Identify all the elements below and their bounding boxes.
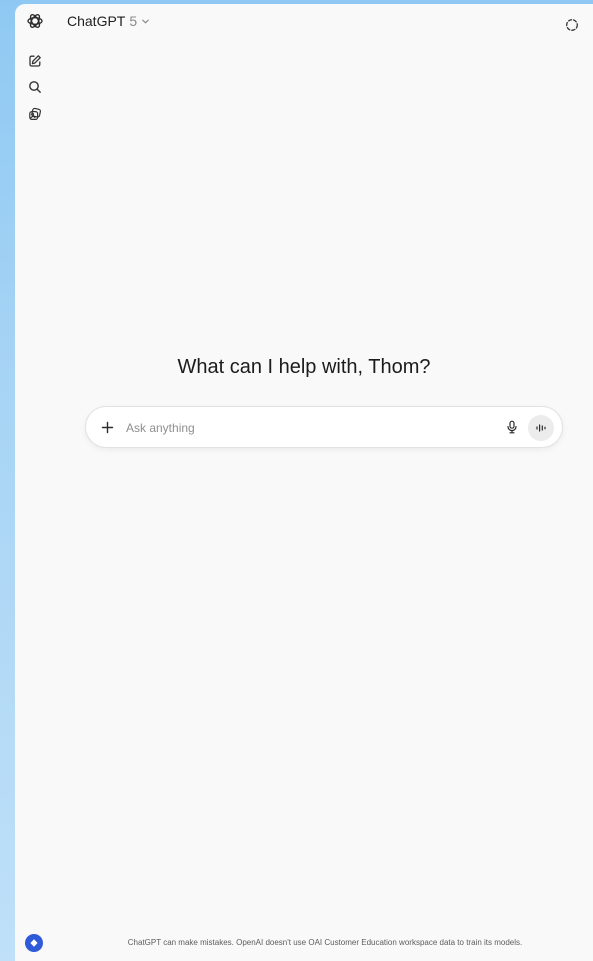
disclaimer-text: ChatGPT can make mistakes. OpenAI doesn'…	[127, 938, 523, 947]
sidebar-rail	[15, 4, 53, 961]
greeting-heading: What can I help with, Thom?	[177, 356, 431, 378]
plus-icon[interactable]	[96, 416, 118, 438]
temporary-chat-icon[interactable]	[561, 14, 583, 36]
model-version: 5	[129, 13, 138, 29]
chevron-down-icon	[141, 13, 150, 29]
message-composer	[85, 406, 563, 448]
microphone-icon[interactable]	[502, 417, 522, 437]
prompt-input[interactable]	[124, 417, 488, 439]
search-icon[interactable]	[24, 76, 46, 98]
model-name: ChatGPT	[67, 13, 126, 29]
voice-mode-icon[interactable]	[528, 415, 554, 441]
model-switcher[interactable]: ChatGPT 5	[67, 13, 150, 29]
new-chat-icon[interactable]	[24, 50, 46, 72]
help-icon[interactable]	[25, 934, 43, 952]
openai-logo-icon[interactable]	[24, 10, 46, 32]
library-icon[interactable]	[24, 103, 46, 125]
app-window: ChatGPT 5 What can I help with, Thom? As…	[15, 4, 593, 961]
